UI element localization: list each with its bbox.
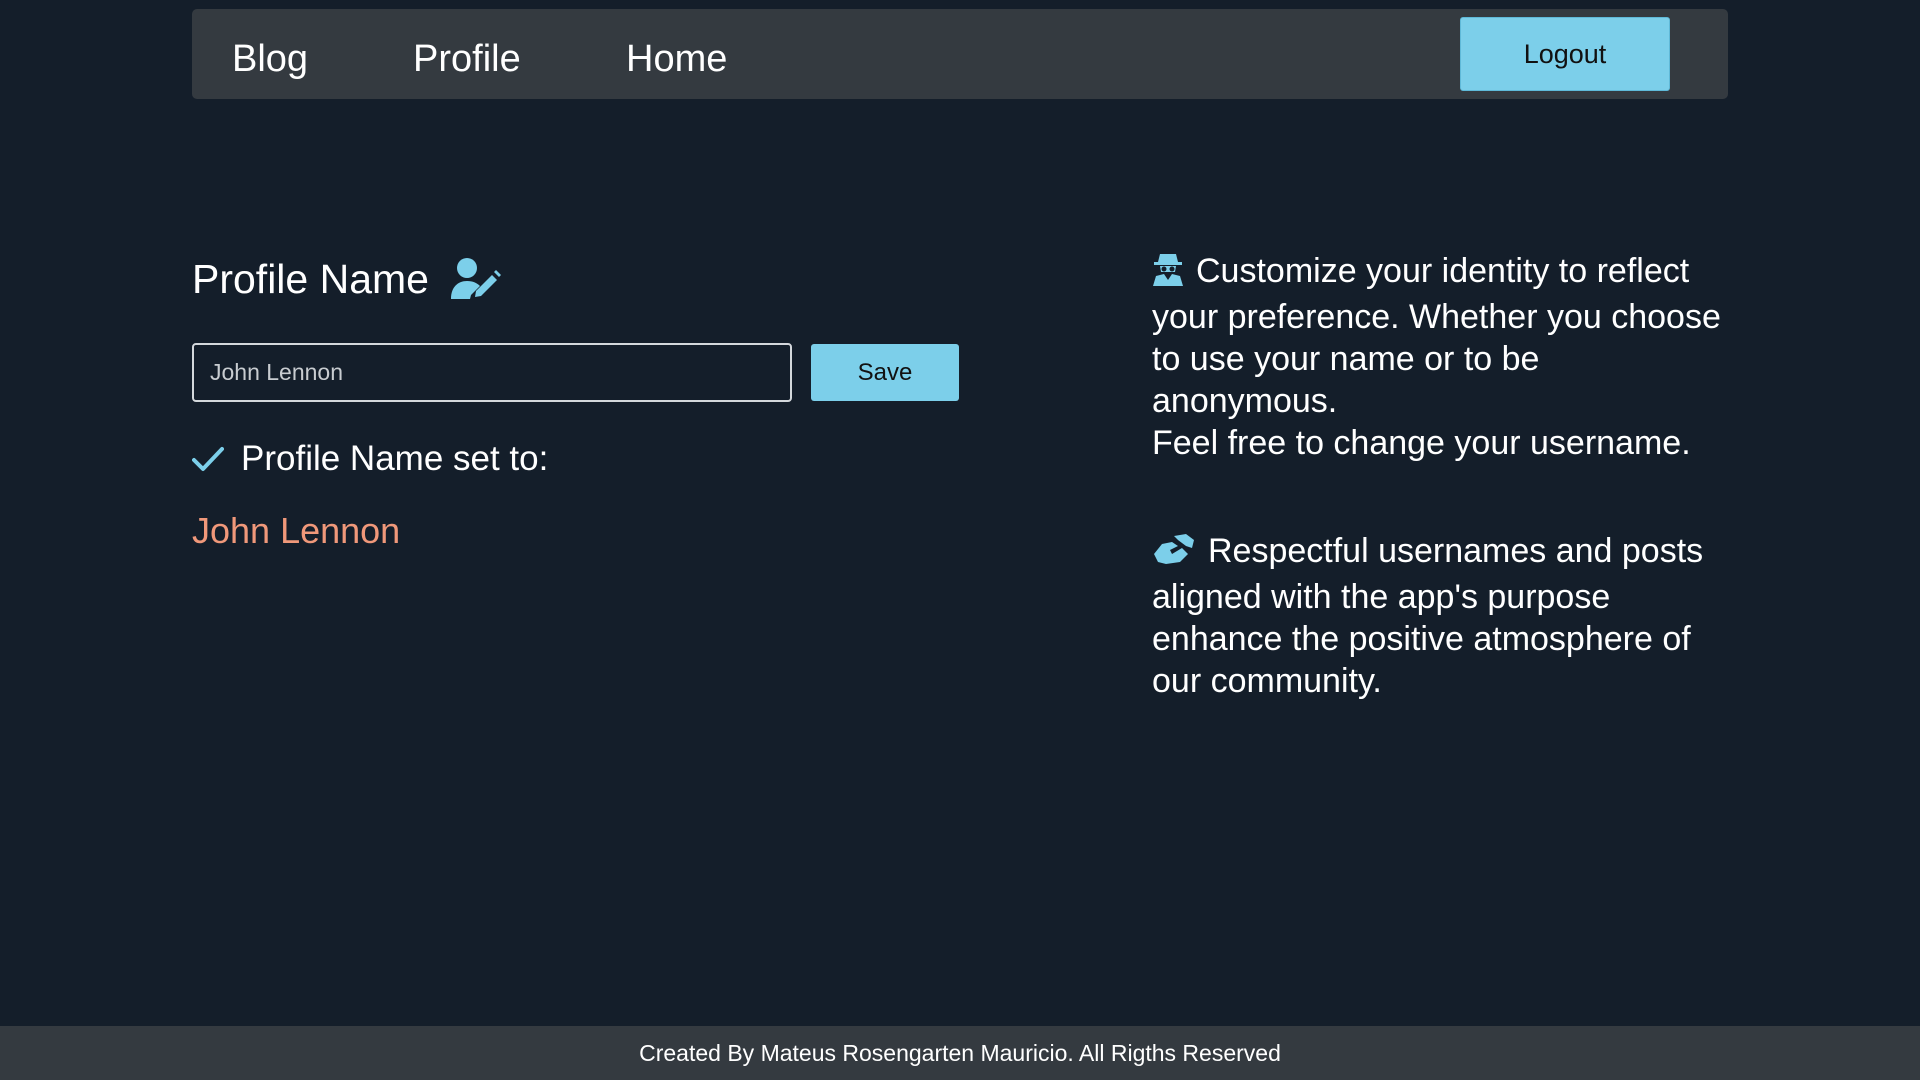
user-pen-icon xyxy=(449,257,501,301)
navbar: Blog Profile Home Logout xyxy=(192,9,1728,99)
nav-link-blog[interactable]: Blog xyxy=(232,37,308,83)
nav-link-home[interactable]: Home xyxy=(626,37,727,83)
footer-text: Created By Mateus Rosengarten Mauricio. … xyxy=(639,1039,1281,1066)
info-block-respect: Respectful usernames and posts aligned w… xyxy=(1152,530,1732,702)
status-row: Profile Name set to: xyxy=(192,436,548,482)
handshake-icon xyxy=(1152,532,1196,576)
info-respect-text: Respectful usernames and posts aligned w… xyxy=(1152,532,1704,700)
save-button[interactable]: Save xyxy=(811,344,959,401)
logout-button[interactable]: Logout xyxy=(1460,17,1670,91)
profile-name-input[interactable] xyxy=(192,343,792,402)
current-profile-name: John Lennon xyxy=(192,510,401,551)
nav-link-profile[interactable]: Profile xyxy=(413,37,521,83)
footer: Created By Mateus Rosengarten Mauricio. … xyxy=(0,1026,1920,1080)
page: Blog Profile Home Logout Profile Name Sa… xyxy=(0,0,1920,1080)
profile-title: Profile Name xyxy=(192,256,429,302)
user-secret-icon xyxy=(1152,250,1184,296)
info-change-username-text: Feel free to change your username. xyxy=(1152,424,1691,462)
info-identity-text: Customize your identity to reflect your … xyxy=(1152,252,1721,420)
info-block-identity: Customize your identity to reflect your … xyxy=(1152,250,1732,464)
status-text: Profile Name set to: xyxy=(241,439,549,478)
check-icon xyxy=(192,445,224,473)
profile-heading: Profile Name xyxy=(192,255,501,303)
